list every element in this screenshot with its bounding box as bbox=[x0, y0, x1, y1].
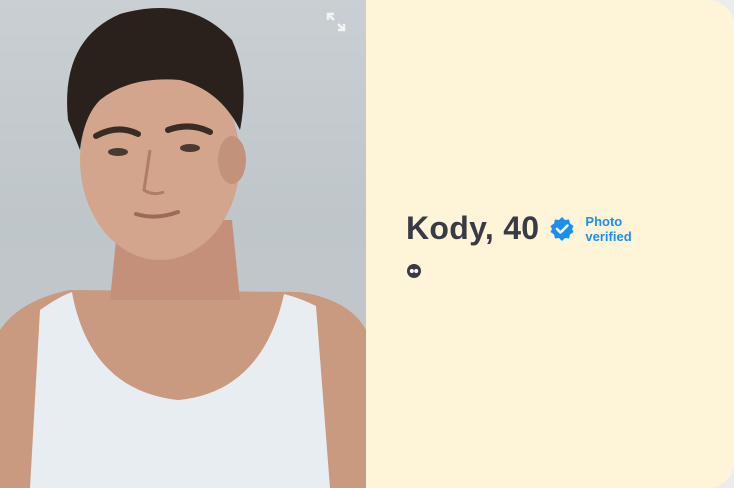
profile-photo[interactable] bbox=[0, 0, 366, 488]
quote-icon bbox=[407, 264, 421, 278]
person-illustration bbox=[0, 7, 366, 488]
verified-check-icon bbox=[550, 216, 574, 241]
profile-name-age: Kody, 40 bbox=[406, 210, 540, 246]
name-row: Kody, 40 Photo verified bbox=[406, 210, 641, 247]
expand-icon[interactable] bbox=[326, 12, 346, 32]
photo-verified-label: Photo verified bbox=[585, 213, 632, 244]
profile-info-panel: Kody, 40 Photo verified bbox=[366, 0, 734, 488]
profile-card: Kody, 40 Photo verified bbox=[0, 0, 734, 488]
